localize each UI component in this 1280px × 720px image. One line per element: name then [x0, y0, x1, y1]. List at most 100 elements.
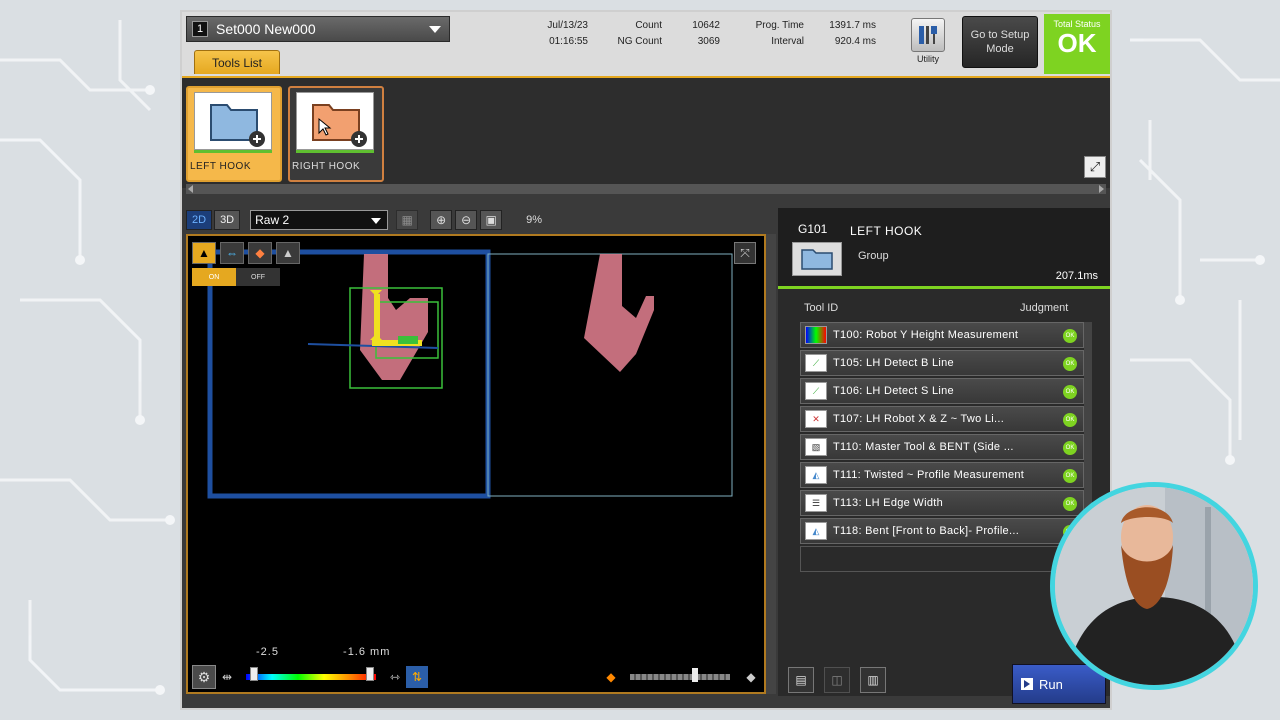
range-min-handle[interactable]	[250, 667, 258, 681]
tool-label: T106: LH Detect S Line	[833, 385, 954, 397]
bar-chart-icon[interactable]: ▥	[860, 667, 886, 693]
tools-scrollbar[interactable]	[186, 184, 1106, 194]
tool-list: T100: Robot Y Height Measurement OK ⟋ T1…	[800, 322, 1084, 574]
line-detect-icon: ⟋	[805, 382, 827, 400]
ng-count-value: 3069	[697, 36, 720, 47]
range-max-handle[interactable]	[366, 667, 374, 681]
group-name: LEFT HOOK	[850, 224, 923, 238]
hook-image	[207, 249, 733, 499]
group-id: G101	[798, 222, 828, 236]
widen-range-icon[interactable]: ⇿	[384, 666, 406, 688]
folder-icon	[194, 92, 272, 150]
count-values: 10642 3069	[676, 18, 720, 50]
zoom-percent: 9%	[526, 214, 543, 226]
image-viewer[interactable]: ▲ ⇔ ◆ ▲ ON OFF ⤧ -2.5 -1.6 mm ⚙ ⇹ ⇿ ⇅ ◆ …	[186, 234, 766, 694]
edge-width-icon: ☰	[805, 494, 827, 512]
line-detect-icon: ⟋	[805, 354, 827, 372]
range-max: -1.6 mm	[343, 646, 391, 658]
profile-icon: ◭	[805, 466, 827, 484]
interval-value: 920.4 ms	[834, 36, 876, 47]
image-select[interactable]: Raw 2	[250, 210, 389, 230]
brightness-handle[interactable]	[692, 668, 698, 682]
set-number: 1	[192, 21, 208, 37]
utility-button[interactable]: Utility	[906, 16, 950, 72]
folder-icon	[792, 242, 842, 276]
toggle-on[interactable]: ON	[192, 268, 236, 286]
brightness-slider[interactable]	[630, 668, 730, 682]
ok-status-icon: OK	[1063, 413, 1077, 427]
layout-icon[interactable]: ▤	[788, 667, 814, 693]
tool-label: T111: Twisted ~ Profile Measurement	[833, 469, 1025, 481]
zoom-in-icon[interactable]: ⊕	[430, 210, 453, 230]
utility-label: Utility	[917, 54, 939, 64]
mode-3d-button[interactable]: 3D	[214, 210, 241, 230]
ok-status-icon: OK	[1063, 469, 1077, 483]
tool-row[interactable]: ⟋ T106: LH Detect S Line OK	[800, 378, 1084, 404]
onoff-toggle[interactable]: ON OFF	[192, 268, 280, 286]
gear-icon[interactable]: ⚙	[192, 665, 216, 689]
tool-card-left-hook[interactable]: LEFT HOOK	[186, 86, 282, 182]
header-bar: 1 Set000 New000 Tools List Jul/13/23 01:…	[182, 12, 1110, 76]
tool-row[interactable]: ☰ T113: LH Edge Width OK	[800, 490, 1084, 516]
chevron-down-icon	[429, 26, 441, 33]
image-bottom-bar: ⚙ ⇹ ⇿ ⇅ ◆ ◆	[192, 664, 762, 690]
setup-mode-button[interactable]: Go to Setup Mode	[962, 16, 1038, 68]
profile-icon: ◭	[805, 522, 827, 540]
grid-icon[interactable]: ▦	[396, 210, 419, 230]
ok-status-icon: OK	[1063, 441, 1077, 455]
tool-card-right-hook[interactable]: RIGHT HOOK	[288, 86, 384, 182]
tool-label: T100: Robot Y Height Measurement	[833, 329, 1019, 341]
tool-row[interactable]: ✕ T107: LH Robot X & Z ~ Two Li... OK	[800, 406, 1084, 432]
tool-row[interactable]: T100: Robot Y Height Measurement OK	[800, 322, 1084, 348]
datetime: Jul/13/23 01:16:55	[540, 18, 588, 50]
toggle-off[interactable]: OFF	[236, 268, 280, 286]
group-status-line	[778, 286, 1110, 289]
fullscreen-icon[interactable]: ⤧	[734, 242, 756, 264]
status-line	[296, 150, 374, 153]
mode-2d-button[interactable]: 2D	[186, 210, 213, 230]
ng-count-label: NG Count	[617, 36, 662, 47]
tools-icon	[911, 18, 945, 52]
tool-label: T110: Master Tool & BENT (Side ...	[833, 441, 1014, 453]
swap-icon[interactable]: ⇅	[406, 666, 428, 688]
tab-tools-list[interactable]: Tools List	[194, 50, 280, 74]
tool-label: T107: LH Robot X & Z ~ Two Li...	[833, 413, 1005, 425]
time-labels: Prog. Time Interval	[738, 18, 804, 50]
graph-icon[interactable]: ◫	[824, 667, 850, 693]
date-text: Jul/13/23	[547, 20, 588, 31]
set-name: Set000 New000	[216, 21, 316, 37]
ok-status-icon: OK	[1063, 329, 1077, 343]
interval-label: Interval	[771, 36, 804, 47]
gray-diamond-icon: ◆	[746, 670, 756, 684]
tool-row[interactable]: ◭ T111: Twisted ~ Profile Measurement OK	[800, 462, 1084, 488]
tool-row[interactable]: ⟋ T105: LH Detect B Line OK	[800, 350, 1084, 376]
image-scrollbar[interactable]	[766, 234, 776, 694]
count-value: 10642	[692, 20, 720, 31]
profile-icon[interactable]: ⇔	[220, 242, 244, 264]
play-icon	[1021, 678, 1033, 690]
count-label: Count	[635, 20, 662, 31]
app-window: 1 Set000 New000 Tools List Jul/13/23 01:…	[180, 10, 1112, 710]
webcam-overlay	[1050, 482, 1258, 690]
set-selector[interactable]: 1 Set000 New000	[186, 16, 450, 42]
tool-row[interactable]: ◭ T118: Bent [Front to Back]- Profile...…	[800, 518, 1084, 544]
view-mode-icons: ▲ ⇔ ◆ ▲	[192, 242, 304, 264]
height-range-slider[interactable]	[246, 667, 376, 681]
expand-icon[interactable]: ⤢	[1084, 156, 1106, 178]
tools-list-strip: LEFT HOOK RIGHT HOOK	[182, 76, 1110, 188]
height-map-icon[interactable]: ▲	[192, 242, 216, 264]
tool-card-label: RIGHT HOOK	[292, 161, 361, 172]
zoom-out-icon[interactable]: ⊖	[455, 210, 478, 230]
count-labels: Count NG Count	[600, 18, 662, 50]
tool-label: T113: LH Edge Width	[833, 497, 944, 509]
time-values: 1391.7 ms 920.4 ms	[814, 18, 876, 50]
total-status-value: OK	[1057, 28, 1097, 58]
tool-row[interactable]: ▧ T110: Master Tool & BENT (Side ... OK	[800, 434, 1084, 460]
shade-icon[interactable]: ▲	[276, 242, 300, 264]
prog-time-value: 1391.7 ms	[829, 20, 876, 31]
color-map-icon[interactable]: ◆	[248, 242, 272, 264]
narrow-range-icon[interactable]: ⇹	[216, 666, 238, 688]
total-status-badge: Total Status OK	[1044, 14, 1110, 74]
image-select-value: Raw 2	[255, 213, 290, 227]
fit-icon[interactable]: ▣	[480, 210, 503, 230]
